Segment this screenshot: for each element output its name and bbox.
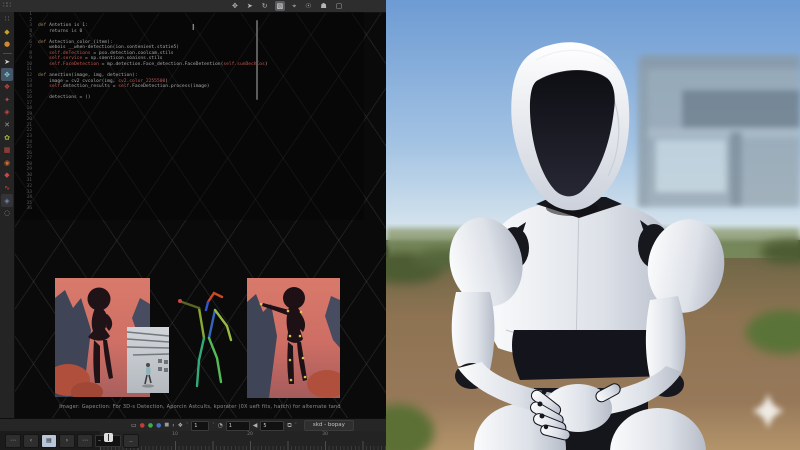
pose-skeleton[interactable] — [172, 288, 236, 390]
circle-icon[interactable]: ◌ — [1, 207, 13, 220]
clock-icon[interactable]: ◔ — [217, 420, 222, 431]
diamond-icon[interactable]: ◆ — [1, 169, 13, 182]
sphere-icon[interactable]: ● — [1, 38, 13, 51]
ruler-frame-number: 10 — [172, 432, 178, 437]
editor-scrollbar[interactable] — [256, 20, 258, 100]
robot-right-upper-arm — [646, 296, 686, 378]
wave-icon[interactable]: ∿ — [1, 182, 13, 195]
reference-photo[interactable] — [127, 327, 169, 393]
code-lines: 123def Antetion is 1:4 returns is 056def… — [14, 12, 364, 212]
keyframe-blue-icon[interactable]: ● — [156, 420, 161, 431]
grid-icon[interactable]: ∷ — [1, 13, 13, 26]
code-editor[interactable]: 123def Antetion is 1:4 returns is 056def… — [14, 12, 364, 220]
keyframe-green-icon[interactable]: ● — [148, 420, 153, 431]
box-tool-icon[interactable]: ◈ — [1, 194, 13, 207]
step-field[interactable]: 1 — [226, 421, 250, 431]
flower-icon[interactable]: ✿ — [1, 131, 13, 144]
wrench-icon[interactable]: ◆ — [1, 26, 13, 39]
layout-grid-icon[interactable]: ∷∷ — [3, 1, 10, 9]
move-tool-icon[interactable]: ✥ — [230, 1, 240, 11]
ruler-frame-number: 20 — [247, 432, 253, 437]
timeline-buttons: ⋯‹▤›⋯–‥ — [5, 434, 139, 448]
playback-mode-field[interactable]: skd - bopay — [304, 420, 354, 431]
timeline-bar: 10 20 30 ⋯‹▤›⋯–‥ — [0, 431, 386, 450]
snap-icon[interactable]: ❖ — [178, 420, 183, 431]
render-viewport — [386, 0, 800, 450]
mask-tool-icon[interactable]: ☗ — [318, 1, 328, 11]
frame-field[interactable]: 1 — [191, 421, 209, 431]
select-tool-icon[interactable]: ➤ — [245, 1, 255, 11]
robot-left-upper-arm — [452, 292, 495, 370]
keyframe-red-icon[interactable]: ● — [140, 420, 145, 431]
joint-icon[interactable]: ◈ — [1, 106, 13, 119]
frame-tool-icon[interactable]: ▢ — [334, 1, 345, 11]
timeline-playhead[interactable] — [104, 433, 113, 442]
frame-dropdown-caret[interactable]: ˅ — [212, 423, 214, 428]
ghost-tool-icon[interactable]: ☉ — [303, 1, 313, 11]
mode-dropdown-caret[interactable]: ˅ — [295, 423, 297, 428]
tool-strip: ∷◆●➤✥❖✦◈✕✿▦◉◆∿◈◌ — [0, 12, 15, 418]
step-back-button[interactable]: ‹ — [23, 434, 39, 448]
snap-dropdown-caret[interactable]: ˅ — [186, 423, 188, 428]
active-tool-icon[interactable]: ▧ — [275, 1, 286, 11]
ruler-frame-number: 30 — [322, 432, 328, 437]
record-icon[interactable]: ◉ — [1, 157, 13, 170]
display-mode-icon[interactable]: ▭ — [131, 420, 137, 431]
playback-bar: ▭ ● ● ● ■ ‹ ❖ ˅ 1 ˅ ◔ 1 ◀ 5 ⧉ ˅ skd - bo… — [0, 418, 386, 432]
skeleton-bones — [178, 293, 231, 386]
cursor-icon[interactable]: ➤ — [1, 56, 13, 69]
background-building — [638, 55, 800, 207]
step-forward-button[interactable]: › — [59, 434, 75, 448]
timeline-ruler[interactable]: 10 20 30 — [100, 431, 386, 450]
snap-tool-icon[interactable]: ⌖ — [290, 1, 298, 11]
range-dots[interactable]: ‥ — [123, 434, 139, 448]
current-frame-button[interactable]: ▤ — [41, 434, 57, 448]
volume-field[interactable]: 5 — [260, 421, 284, 431]
timeline-menu-right[interactable]: ⋯ — [77, 434, 93, 448]
reference-image-back[interactable] — [247, 278, 340, 398]
delete-icon[interactable]: ✕ — [1, 119, 13, 132]
top-toolbar: ✥ ➤ ↻ ▧ ⌖ ☉ ☗ ▢ — [230, 0, 344, 12]
keyframe-grey-icon[interactable]: ■ — [164, 420, 169, 431]
status-bar-text: Imager: Gapection: For 3D-s Detection, A… — [14, 404, 386, 410]
pose-icon[interactable]: ❖ — [1, 81, 13, 94]
layers-icon[interactable]: ⧉ — [287, 420, 291, 431]
text-cursor-icon: I — [192, 24, 194, 32]
strip-divider — [3, 53, 12, 54]
dcc-app-panel: ∷∷ ✥➤↻▧⌖☉☗▢ ∷◆●➤✥❖✦◈✕✿▦◉◆∿◈◌ 123def Ante… — [0, 0, 388, 450]
prev-key-icon[interactable]: ‹ — [172, 420, 174, 431]
hand-icon[interactable]: ✥ — [1, 68, 13, 81]
timeline-menu-left[interactable]: ⋯ — [5, 434, 21, 448]
rotate-tool-icon[interactable]: ↻ — [260, 1, 270, 11]
grid-red-icon[interactable]: ▦ — [1, 144, 13, 157]
speaker-icon[interactable]: ◀ — [253, 420, 258, 431]
code-line: 36 — [14, 206, 364, 212]
spark-icon[interactable]: ✦ — [1, 94, 13, 107]
